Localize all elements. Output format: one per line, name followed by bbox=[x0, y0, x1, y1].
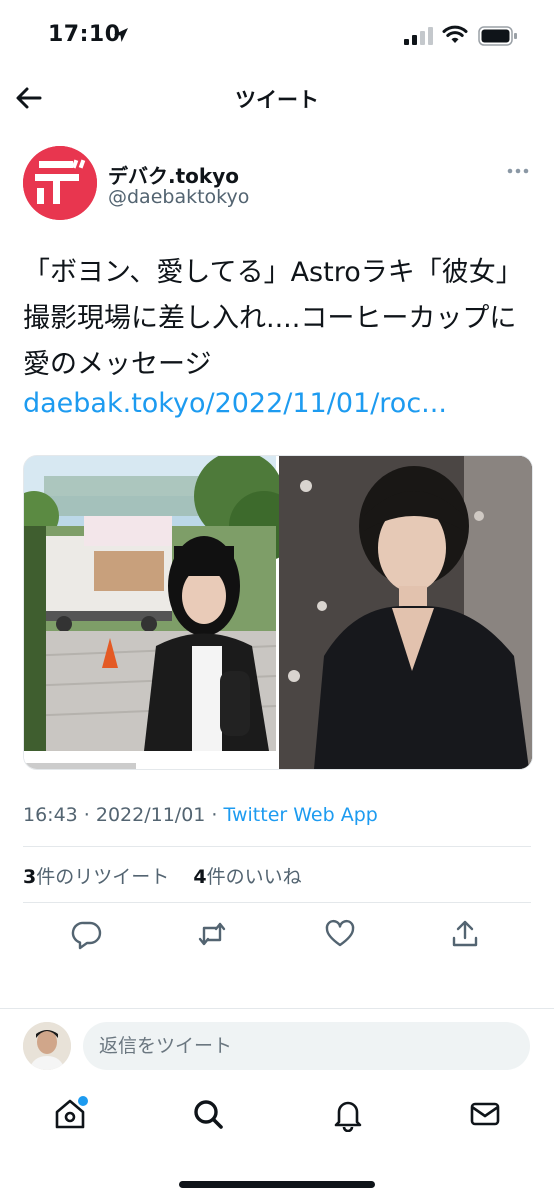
likes-stat[interactable]: 4件のいいね bbox=[193, 866, 301, 888]
photo-man-black-shirt[interactable] bbox=[279, 456, 532, 769]
retweets-label: 件のリツイート bbox=[36, 866, 170, 888]
reply-input[interactable] bbox=[83, 1022, 530, 1070]
home-notification-dot bbox=[76, 1094, 90, 1108]
photo-coffee-truck-actress[interactable] bbox=[24, 456, 299, 769]
like-icon[interactable] bbox=[324, 918, 356, 950]
status-time: 17:10 bbox=[48, 22, 121, 47]
messages-icon[interactable] bbox=[467, 1096, 503, 1132]
tweet-media[interactable] bbox=[23, 455, 533, 770]
retweet-icon[interactable] bbox=[196, 918, 228, 950]
user-avatar[interactable] bbox=[23, 1022, 71, 1070]
search-icon[interactable] bbox=[190, 1096, 226, 1132]
retweets-count: 3 bbox=[23, 866, 37, 888]
reply-icon[interactable] bbox=[71, 918, 103, 950]
wifi-icon bbox=[442, 25, 468, 43]
share-icon[interactable] bbox=[449, 918, 481, 950]
divider bbox=[23, 846, 531, 847]
author-handle[interactable]: @daebaktokyo bbox=[108, 186, 249, 208]
user-avatar-image bbox=[23, 1022, 71, 1070]
retweets-stat[interactable]: 3件のリツイート bbox=[23, 866, 169, 888]
media-grid bbox=[24, 456, 532, 769]
notifications-icon[interactable] bbox=[330, 1096, 366, 1132]
tweet-text: 「ボヨン、愛してる」Astroラキ「彼女」撮影現場に差し入れ....コーヒーカッ… bbox=[23, 257, 523, 380]
divider bbox=[23, 902, 531, 903]
tweet-link[interactable]: daebak.tokyo/2022/11/01/roc... bbox=[23, 388, 447, 419]
battery-icon bbox=[478, 26, 517, 46]
tweet-stats: 3件のリツイート 4件のいいね bbox=[23, 862, 302, 889]
timestamp-text: 16:43 · 2022/11/01 · bbox=[23, 804, 224, 826]
home-indicator bbox=[179, 1181, 375, 1188]
daebak-logo-icon bbox=[23, 146, 97, 220]
more-options-icon[interactable] bbox=[506, 166, 530, 176]
page-title: ツイート bbox=[235, 88, 319, 112]
divider bbox=[0, 1008, 554, 1009]
likes-count: 4 bbox=[193, 866, 207, 888]
location-arrow-icon bbox=[114, 28, 128, 42]
signal-icon bbox=[404, 27, 433, 45]
tweet-timestamp: 16:43 · 2022/11/01 · Twitter Web App bbox=[23, 804, 378, 826]
likes-label: 件のいいね bbox=[206, 866, 302, 888]
source-app-link[interactable]: Twitter Web App bbox=[224, 804, 378, 826]
author-name[interactable]: デバク.tokyo bbox=[108, 160, 239, 189]
author-avatar[interactable] bbox=[23, 146, 97, 220]
